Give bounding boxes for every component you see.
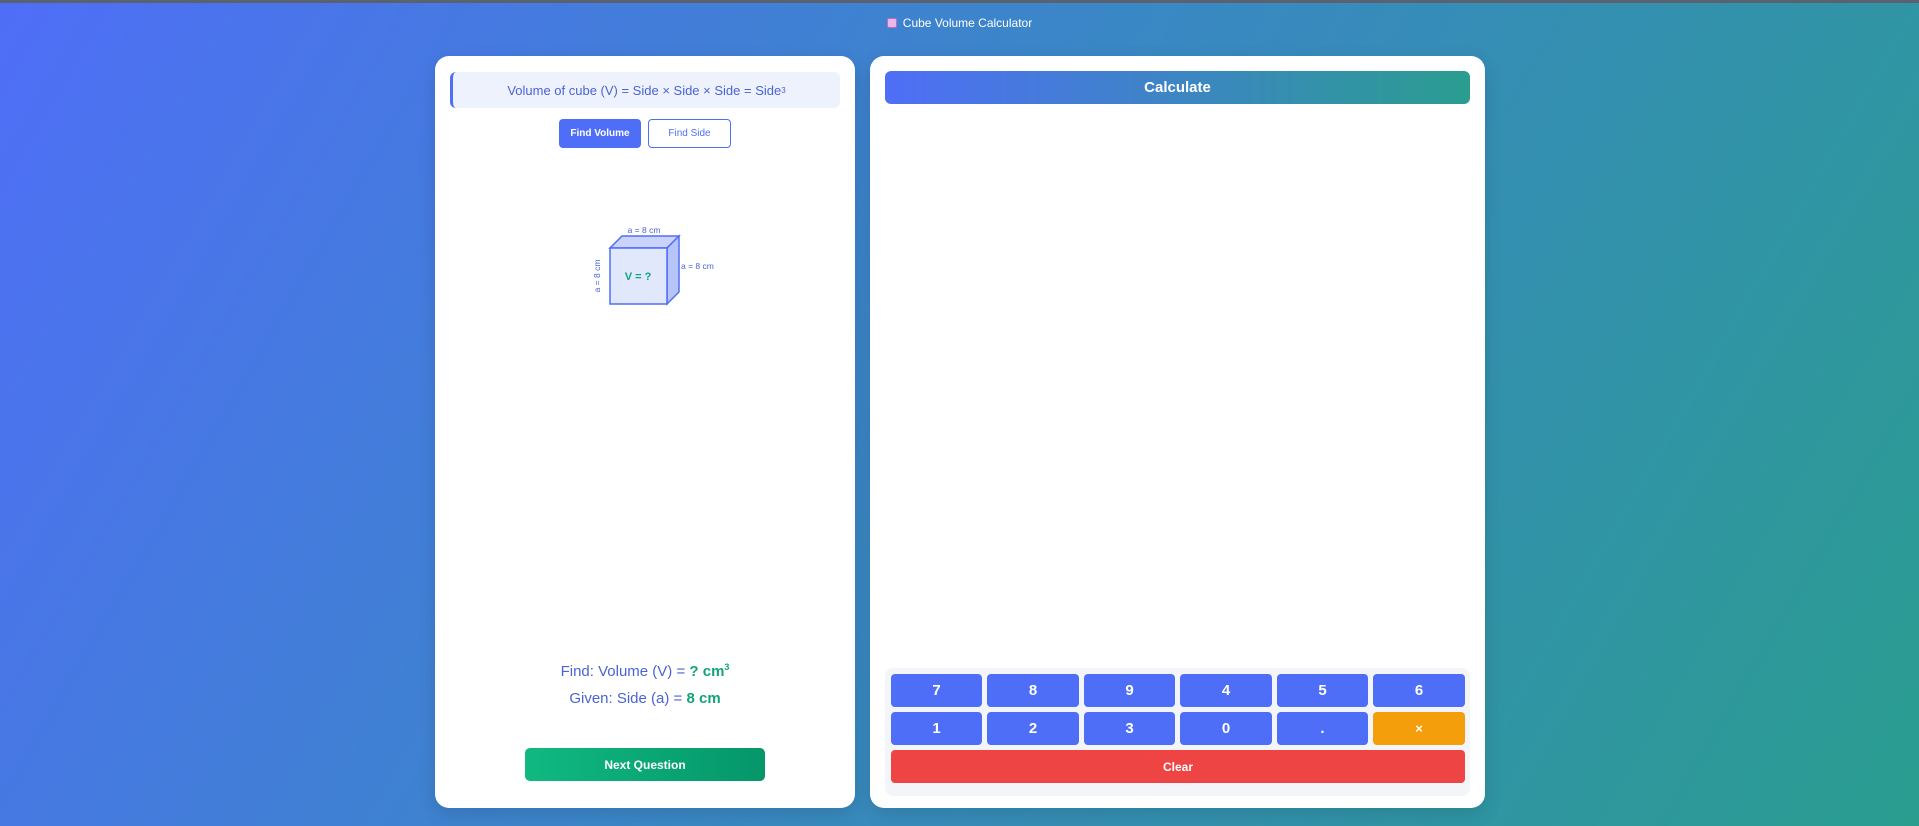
key-1[interactable]: 1 bbox=[891, 712, 982, 745]
clear-button[interactable]: Clear bbox=[891, 750, 1465, 783]
cube-diagram: a = 8 cm a = 8 cm a = 8 cm V = ? bbox=[592, 225, 714, 306]
find-statement: Find: Volume (V) = ? cm3 bbox=[435, 662, 855, 680]
cube-side-face bbox=[666, 234, 680, 306]
calculator-panel: Calculate 7 8 9 4 5 6 1 2 3 0 . × Clear bbox=[870, 56, 1485, 808]
formula-exponent: 3 bbox=[781, 85, 786, 95]
key-3[interactable]: 3 bbox=[1084, 712, 1175, 745]
app-header: Cube Volume Calculator bbox=[0, 16, 1919, 30]
key-6[interactable]: 6 bbox=[1373, 674, 1465, 707]
mode-tabs: Find Volume Find Side bbox=[435, 119, 855, 148]
key-4[interactable]: 4 bbox=[1180, 674, 1272, 707]
given-prefix: Given: Side (a) = bbox=[569, 690, 687, 707]
find-exponent: 3 bbox=[724, 662, 730, 672]
backspace-button[interactable]: × bbox=[1373, 712, 1465, 745]
given-value: 8 cm bbox=[686, 690, 721, 707]
key-0[interactable]: 0 bbox=[1180, 712, 1272, 745]
key-2[interactable]: 2 bbox=[987, 712, 1079, 745]
window-top-bar bbox=[0, 0, 1919, 3]
key-5[interactable]: 5 bbox=[1277, 674, 1368, 707]
calculate-button[interactable]: Calculate bbox=[885, 71, 1470, 104]
key-8[interactable]: 8 bbox=[987, 674, 1079, 707]
formula-text: Volume of cube (V) = Side × Side × Side … bbox=[507, 82, 782, 98]
cube-left-label: a = 8 cm bbox=[592, 260, 602, 293]
formula-box: Volume of cube (V) = Side × Side × Side … bbox=[450, 72, 840, 108]
next-question-button[interactable]: Next Question bbox=[525, 748, 765, 781]
given-statement: Given: Side (a) = 8 cm bbox=[435, 690, 855, 707]
cube-center-label: V = ? bbox=[625, 271, 652, 283]
tab-find-side[interactable]: Find Side bbox=[648, 119, 731, 148]
key-7[interactable]: 7 bbox=[891, 674, 982, 707]
cube-right-label: a = 8 cm bbox=[681, 261, 714, 271]
app-title: Cube Volume Calculator bbox=[902, 16, 1033, 30]
key-9[interactable]: 9 bbox=[1084, 674, 1175, 707]
question-panel: Volume of cube (V) = Side × Side × Side … bbox=[435, 56, 855, 808]
cube-icon bbox=[886, 18, 897, 28]
find-prefix: Find: Volume (V) = bbox=[560, 663, 690, 680]
keypad: 7 8 9 4 5 6 1 2 3 0 . × Clear bbox=[885, 668, 1470, 796]
key-decimal[interactable]: . bbox=[1277, 712, 1368, 745]
tab-find-volume[interactable]: Find Volume bbox=[559, 119, 641, 148]
find-value: ? cm3 bbox=[689, 662, 730, 680]
cube-top-label: a = 8 cm bbox=[628, 225, 661, 235]
find-value-text: ? cm bbox=[689, 663, 725, 680]
